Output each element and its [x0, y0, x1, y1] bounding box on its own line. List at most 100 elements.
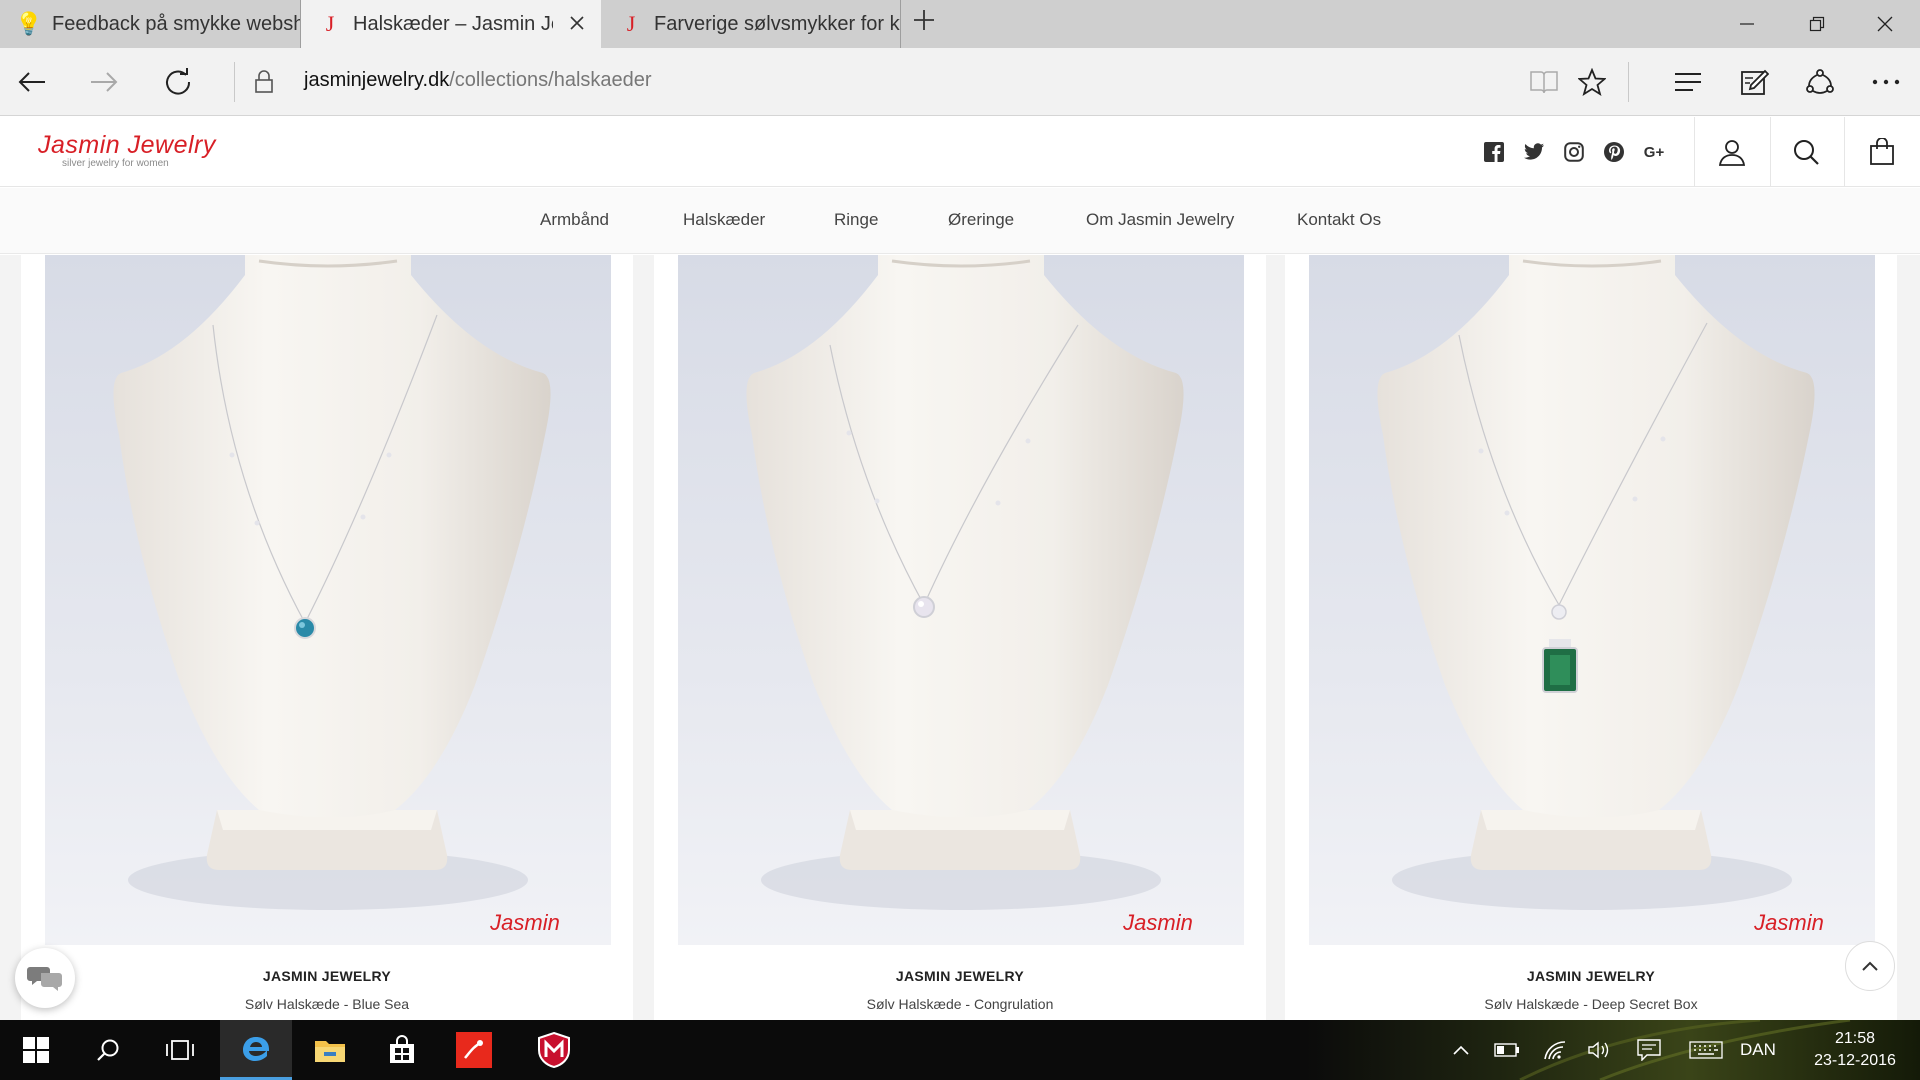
product-name[interactable]: Sølv Halskæde - Deep Secret Box [1285, 996, 1897, 1012]
taskbar-pdf-app[interactable] [438, 1020, 510, 1080]
taskbar-mcafee[interactable] [518, 1020, 590, 1080]
notification-icon [1637, 1039, 1661, 1061]
facebook-icon[interactable] [1481, 139, 1507, 165]
tab-title: Farverige sølvsmykker for kv [654, 12, 900, 35]
share-icon[interactable] [1798, 60, 1842, 104]
refresh-button[interactable] [156, 60, 200, 104]
windows-logo-icon [23, 1037, 49, 1063]
url-field[interactable]: jasminjewelry.dk/collections/halskaeder [304, 69, 652, 92]
forward-button[interactable] [82, 60, 126, 104]
product-name[interactable]: Sølv Halskæde - Blue Sea [21, 996, 633, 1012]
twitter-icon[interactable] [1521, 139, 1547, 165]
mcafee-shield-icon [538, 1032, 570, 1068]
more-icon[interactable] [1864, 60, 1908, 104]
nav-item-oreringe[interactable]: Øreringe [948, 210, 1014, 230]
pdf-reader-icon [456, 1032, 492, 1068]
product-brand: JASMIN JEWELRY [1526, 968, 1656, 984]
action-center-button[interactable] [1632, 1020, 1666, 1080]
product-name[interactable]: Sølv Halskæde - Congrulation [654, 996, 1266, 1012]
taskbar-store[interactable] [366, 1020, 438, 1080]
windows-taskbar: DAN 21:58 23-12-2016 [0, 1020, 1920, 1080]
site-logo[interactable]: Jasmin Jewelry silver jewelry for women [38, 131, 216, 169]
header-divider [1844, 117, 1845, 187]
hub-icon[interactable] [1666, 60, 1710, 104]
tab-title: Feedback på smykke websh [52, 12, 300, 35]
start-button[interactable] [0, 1020, 72, 1080]
google-plus-icon[interactable]: G+ [1641, 139, 1667, 165]
header-divider [1694, 117, 1695, 187]
volume-tray-icon[interactable] [1582, 1020, 1616, 1080]
reading-view-icon[interactable] [1522, 60, 1566, 104]
jasmin-j-icon: J [626, 11, 636, 36]
product-image[interactable]: Jasmin [45, 255, 611, 945]
chat-bubble-button[interactable] [15, 948, 75, 1008]
browser-tab-strip: 💡 Feedback på smykke websh J Halskæder –… [0, 0, 1920, 48]
pinterest-icon[interactable] [1601, 139, 1627, 165]
lock-icon [242, 60, 286, 104]
address-divider [1628, 62, 1629, 102]
back-button[interactable] [10, 60, 54, 104]
restore-button[interactable] [1782, 0, 1852, 48]
close-tab-icon[interactable] [565, 12, 589, 36]
cart-bag-icon[interactable] [1864, 134, 1900, 170]
input-language-indicator[interactable]: DAN [1740, 1040, 1776, 1060]
clock-date: 23-12-2016 [1814, 1052, 1896, 1069]
minimize-button[interactable] [1712, 0, 1782, 48]
browser-tab-farverige[interactable]: J Farverige sølvsmykker for kv [602, 0, 900, 48]
taskbar-edge[interactable] [220, 1020, 292, 1080]
show-hidden-icons-button[interactable] [1444, 1020, 1478, 1080]
url-host: jasminjewelry.dk [304, 69, 450, 91]
search-icon[interactable] [1788, 134, 1824, 170]
lightbulb-icon: 💡 [15, 11, 43, 36]
product-card[interactable]: Jasmin JASMIN JEWELRY Sølv Halskæde - Bl… [21, 255, 633, 1020]
product-card[interactable]: Jasmin JASMIN JEWELRY Sølv Halskæde - Co… [654, 255, 1266, 1020]
nav-item-om-jasmin-jewelry[interactable]: Om Jasmin Jewelry [1086, 210, 1234, 230]
tab-title: Halskæder – Jasmin Jew [353, 12, 553, 35]
chevron-up-icon [1453, 1045, 1469, 1055]
folder-icon [315, 1041, 345, 1062]
new-tab-button[interactable] [906, 6, 942, 42]
close-window-button[interactable] [1850, 0, 1920, 48]
nav-item-ringe[interactable]: Ringe [834, 210, 878, 230]
network-tray-icon[interactable] [1538, 1020, 1572, 1080]
product-brand: JASMIN JEWELRY [262, 968, 392, 984]
search-icon [97, 1039, 119, 1061]
task-view-icon [166, 1040, 194, 1060]
product-card[interactable]: Jasmin JASMIN JEWELRY Sølv Halskæde - De… [1285, 255, 1897, 1020]
search-button[interactable] [72, 1020, 144, 1080]
product-image[interactable]: Jasmin [1309, 255, 1875, 945]
battery-icon [1494, 1043, 1519, 1057]
nav-item-halskaeder[interactable]: Halskæder [683, 210, 765, 230]
product-grid: Jasmin JASMIN JEWELRY Sølv Halskæde - Bl… [0, 255, 1920, 1020]
product-image[interactable]: Jasmin [678, 255, 1244, 945]
logo-name: Jasmin Jewelry [38, 131, 216, 159]
edge-browser-icon [243, 1036, 269, 1061]
address-divider [234, 62, 235, 102]
account-icon[interactable] [1714, 134, 1750, 170]
header-divider [1770, 117, 1771, 187]
taskbar-clock[interactable]: 21:58 23-12-2016 [1800, 1028, 1910, 1072]
browser-tab-halskaeder[interactable]: J Halskæder – Jasmin Jew [301, 0, 601, 48]
nav-item-kontakt-os[interactable]: Kontakt Os [1297, 210, 1381, 230]
jasmin-watermark: Jasmin [1122, 910, 1193, 935]
nav-item-armbaand[interactable]: Armbånd [540, 210, 609, 230]
chat-icon [27, 967, 62, 991]
clock-time: 21:58 [1834, 1030, 1876, 1047]
speaker-icon [1588, 1041, 1609, 1059]
tab-separator [900, 0, 901, 48]
browser-tab-feedback[interactable]: 💡 Feedback på smykke websh [0, 0, 300, 48]
touch-keyboard-button[interactable] [1684, 1020, 1728, 1080]
web-note-icon[interactable] [1732, 60, 1776, 104]
instagram-icon[interactable] [1561, 139, 1587, 165]
taskbar-file-explorer[interactable] [294, 1020, 366, 1080]
site-navigation: Armbånd Halskæder Ringe Øreringe Om Jasm… [0, 188, 1920, 254]
product-brand: JASMIN JEWELRY [895, 968, 1025, 984]
wifi-icon [1544, 1041, 1566, 1060]
store-bag-icon [390, 1035, 414, 1063]
favorite-star-icon[interactable] [1570, 60, 1614, 104]
battery-tray-icon[interactable] [1490, 1020, 1524, 1080]
keyboard-icon [1689, 1041, 1723, 1059]
scroll-to-top-button[interactable] [1845, 941, 1895, 991]
task-view-button[interactable] [144, 1020, 216, 1080]
google-plus-label: G+ [1643, 143, 1665, 161]
